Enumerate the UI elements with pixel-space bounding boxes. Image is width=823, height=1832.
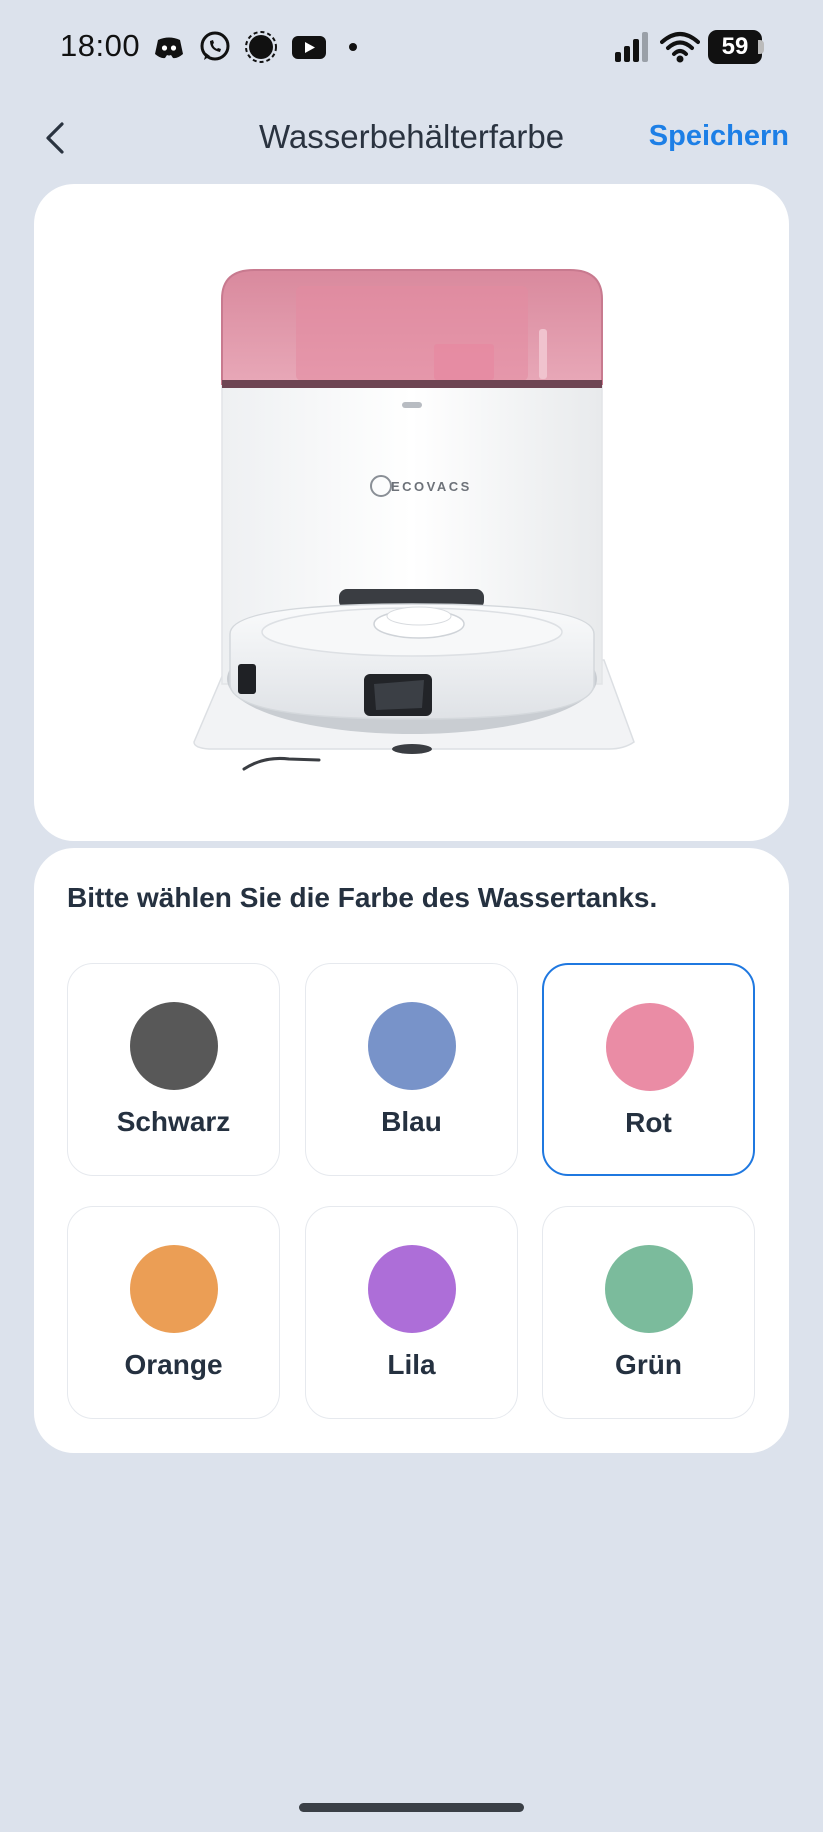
product-preview-card: ECOVACS [34, 184, 789, 841]
color-option-lila[interactable]: Lila [305, 1206, 518, 1419]
color-option-label: Schwarz [116, 1106, 231, 1137]
color-option-blau[interactable]: Blau [305, 963, 518, 1176]
save-button[interactable]: Speichern [649, 120, 789, 153]
signal-icon [244, 30, 278, 64]
battery-tip [758, 40, 764, 54]
wifi-icon [660, 30, 700, 69]
cell-signal-icon [614, 30, 650, 69]
color-option-schwarz[interactable]: Schwarz [67, 963, 280, 1176]
top-nav-bar: Wasserbehälterfarbe Speichern [0, 100, 823, 180]
youtube-icon [290, 30, 328, 64]
color-option-label: Orange [124, 1349, 223, 1380]
color-selection-card: Bitte wählen Sie die Farbe des Wassertan… [34, 848, 789, 1453]
color-swatch [606, 1003, 694, 1091]
color-option-orange[interactable]: Orange [67, 1206, 280, 1419]
instruction-text: Bitte wählen Sie die Farbe des Wassertan… [67, 882, 658, 913]
color-option-gruen[interactable]: Grün [542, 1206, 755, 1419]
color-option-label: Lila [387, 1349, 436, 1380]
svg-text:ECOVACS: ECOVACS [391, 479, 472, 494]
color-swatch [368, 1002, 456, 1090]
color-swatch [605, 1245, 693, 1333]
robot-vacuum-station-image: ECOVACS [193, 269, 635, 771]
color-swatch [368, 1245, 456, 1333]
whatsapp-icon [198, 30, 232, 64]
color-option-rot[interactable]: Rot [542, 963, 755, 1176]
color-option-label: Blau [381, 1106, 442, 1137]
discord-icon [152, 30, 186, 64]
color-swatch [130, 1245, 218, 1333]
home-indicator[interactable] [299, 1803, 524, 1812]
color-option-label: Grün [615, 1349, 682, 1380]
status-bar: 18:00 59 [0, 0, 823, 96]
status-time: 18:00 [60, 28, 141, 63]
battery-icon: 59 [708, 30, 762, 64]
color-option-label: Rot [625, 1107, 672, 1138]
more-dot-icon [346, 30, 360, 64]
color-swatch [130, 1002, 218, 1090]
